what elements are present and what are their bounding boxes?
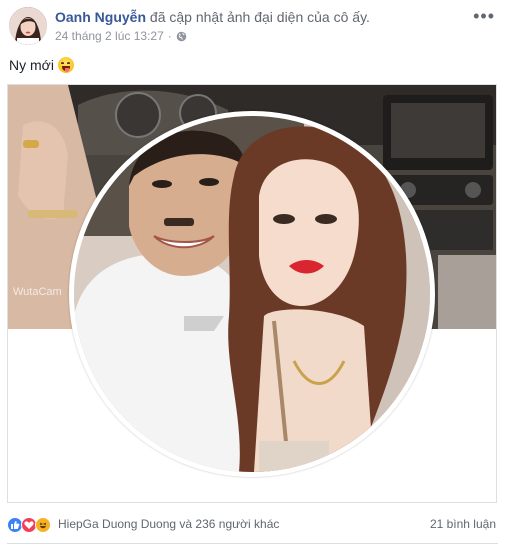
author-name-link[interactable]: Oanh Nguyễn xyxy=(55,9,146,25)
post-timestamp[interactable]: 24 tháng 2 lúc 13:27 xyxy=(55,29,164,43)
caption-text: Ny mới xyxy=(9,57,54,73)
profile-photo-update[interactable]: WutaCam xyxy=(7,84,497,503)
post-footer: HiepGa Duong Duong và 236 người khác 21 … xyxy=(0,508,505,538)
author-avatar[interactable] xyxy=(9,7,47,45)
comments-count-link[interactable]: 21 bình luận xyxy=(430,517,496,531)
footer-divider xyxy=(7,543,498,544)
post-meta: 24 tháng 2 lúc 13:27 · xyxy=(55,29,187,43)
more-options-button[interactable]: ••• xyxy=(473,6,495,27)
post-caption: Ny mới xyxy=(9,57,74,73)
tongue-out-wink-emoji-icon xyxy=(57,57,74,73)
post-header: Oanh Nguyễn đã cập nhật ảnh đại diện của… xyxy=(55,9,370,25)
meta-separator: · xyxy=(167,29,172,43)
profile-picture-image xyxy=(74,116,430,472)
profile-picture-circle[interactable] xyxy=(69,111,435,477)
reaction-icons[interactable] xyxy=(7,517,51,533)
globe-icon[interactable] xyxy=(176,31,187,42)
avatar-image xyxy=(9,7,47,45)
haha-icon xyxy=(35,517,51,533)
svg-text:WutaCam: WutaCam xyxy=(13,286,62,298)
post-action-text: đã cập nhật ảnh đại diện của cô ấy. xyxy=(149,9,370,25)
facebook-post: Oanh Nguyễn đã cập nhật ảnh đại diện của… xyxy=(0,0,505,546)
reaction-summary-link[interactable]: HiepGa Duong Duong và 236 người khác xyxy=(58,517,279,531)
